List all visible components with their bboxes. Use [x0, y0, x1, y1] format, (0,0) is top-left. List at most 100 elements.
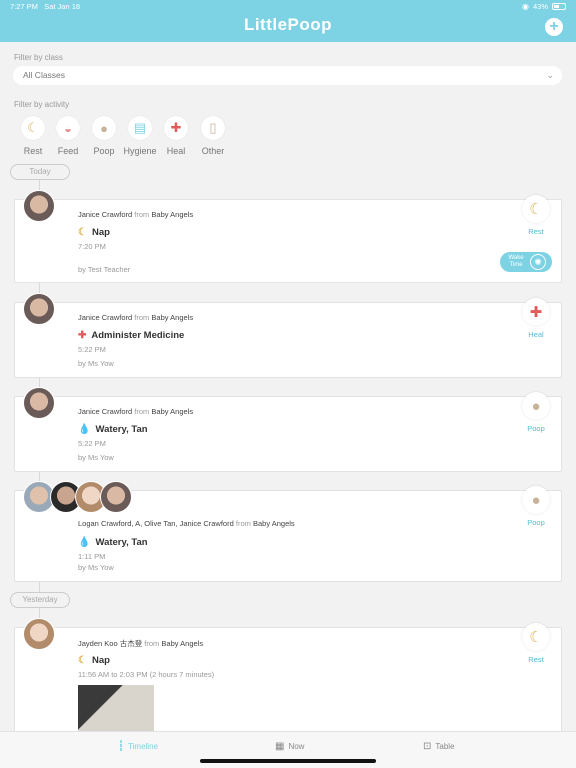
timeline-entry[interactable]: Janice Crawford from Baby Angels 💧 Water… [14, 392, 562, 472]
moon-icon: ☾ [522, 623, 550, 651]
entry-category: ☾ Rest [521, 195, 551, 236]
app-title: LittlePoop [243, 15, 333, 34]
entry-children: Janice Crawford from Baby Angels [78, 210, 193, 219]
activity-filters: ☾ Rest ◒ Feed ● Poop ▤ Hygiene ✚ Heal ▯ … [16, 116, 246, 158]
grid-icon: ▦ [275, 741, 285, 752]
from-text: from [134, 407, 150, 416]
activity-filter-label: Poop [93, 146, 115, 156]
activity-filter-label: Hygiene [123, 146, 157, 156]
entry-title-text: Watery, Tan [95, 424, 148, 435]
moon-icon: ☾ [78, 227, 87, 238]
tab-label: Timeline [128, 742, 158, 751]
add-button[interactable]: + [545, 18, 563, 36]
from-text: from [134, 210, 150, 219]
moon-icon: ☾ [78, 655, 87, 666]
avatar[interactable] [23, 293, 55, 325]
child-names: Logan Crawford, A, Olive Tan, Janice Cra… [78, 519, 234, 528]
class-name: Baby Angels [252, 519, 295, 528]
activity-filter-heal[interactable]: ✚ Heal [159, 116, 193, 156]
entry-author: by Ms Yow [78, 359, 114, 368]
avatar[interactable] [100, 481, 132, 513]
entry-children: Janice Crawford from Baby Angels [78, 407, 193, 416]
category-label: Heal [528, 330, 544, 339]
poop-icon: ● [522, 486, 550, 514]
entry-author: by Ms Yow [78, 563, 114, 572]
child-names: Janice Crawford [78, 313, 133, 322]
activity-filter-poop[interactable]: ● Poop [87, 116, 121, 156]
from-text: from [235, 519, 251, 528]
moon-icon: ☾ [522, 195, 550, 223]
category-label: Poop [527, 424, 545, 433]
tab-timeline[interactable]: ┇ Timeline [118, 741, 158, 752]
battery-percent: 43% [532, 2, 548, 11]
entry-title-text: Administer Medicine [91, 330, 185, 341]
timeline-entry[interactable]: Jayden Koo 古杰登 from Baby Angels ☾ Nap 11… [14, 623, 562, 737]
activity-filter-rest[interactable]: ☾ Rest [16, 116, 50, 156]
wifi-icon: ◉ [522, 2, 529, 11]
entry-title: ☾ Nap [78, 655, 110, 666]
other-icon: ▯ [201, 116, 225, 140]
tab-label: Now [288, 742, 305, 751]
entry-children: Jayden Koo 古杰登 from Baby Angels [78, 638, 203, 649]
entry-time: 1:11 PM [78, 552, 106, 561]
entry-category: ✚ Heal [521, 298, 551, 339]
activity-filter-label: Feed [57, 146, 79, 156]
entry-children: Janice Crawford from Baby Angels [78, 313, 193, 322]
activity-filter-feed[interactable]: ◒ Feed [51, 116, 85, 156]
entry-category: ● Poop [521, 486, 551, 527]
entry-author: by Test Teacher [78, 265, 131, 274]
entry-title-text: Watery, Tan [95, 537, 148, 548]
entry-category: ☾ Rest [521, 623, 551, 664]
class-name: Baby Angels [151, 210, 194, 219]
activity-filter-label: Rest [23, 146, 43, 156]
entry-time: 11:56 AM to 2:03 PM (2 hours 7 minutes) [78, 670, 215, 679]
avatar[interactable] [23, 618, 55, 650]
category-label: Poop [527, 518, 545, 527]
activity-filter-other[interactable]: ▯ Other [196, 116, 230, 156]
timeline-entry[interactable]: Janice Crawford from Baby Angels ☾ Nap 7… [14, 195, 562, 283]
table-icon: ⊡ [423, 741, 432, 752]
app-header: 7:27 PM Sat Jan 18 ◉ 43% LittlePoop + [0, 0, 576, 42]
entry-title: ✚ Administer Medicine [78, 330, 184, 341]
medicine-icon: ✚ [78, 330, 87, 341]
moon-icon: ☾ [21, 116, 45, 140]
droplet-icon: 💧 [78, 537, 91, 548]
poop-icon: ● [522, 392, 550, 420]
avatar[interactable] [23, 190, 55, 222]
battery-icon [552, 3, 566, 10]
entry-author: by Ms Yow [78, 453, 114, 462]
tab-table[interactable]: ⊡ Table [423, 741, 455, 752]
entry-title: ☾ Nap [78, 227, 110, 238]
status-bar-left: 7:27 PM Sat Jan 18 [10, 2, 80, 11]
entry-time: 5:22 PM [78, 439, 106, 448]
from-text: from [134, 313, 150, 322]
from-text: from [144, 639, 160, 648]
filter-class-label: Filter by class [14, 53, 63, 62]
poop-icon: ● [92, 116, 116, 140]
timeline-entry[interactable]: Janice Crawford from Baby Angels ✚ Admin… [14, 298, 562, 378]
class-select[interactable]: All Classes ⌄ [13, 66, 562, 85]
date-header-yesterday: Yesterday [10, 592, 70, 608]
droplet-icon: 💧 [78, 424, 91, 435]
wake-time-label: Wake Time [508, 255, 524, 268]
tab-label: Table [435, 742, 455, 751]
tab-now[interactable]: ▦ Now [275, 741, 304, 752]
entry-title-text: Nap [91, 655, 110, 666]
avatar[interactable] [23, 387, 55, 419]
entry-title: 💧 Watery, Tan [78, 424, 148, 435]
entry-category: ● Poop [521, 392, 551, 433]
child-names: Janice Crawford [78, 407, 133, 416]
timeline-icon: ┇ [118, 741, 125, 752]
medicine-icon: ✚ [164, 116, 188, 140]
date-header-today: Today [10, 164, 70, 180]
chevron-down-icon: ⌄ [546, 70, 554, 80]
class-name: Baby Angels [151, 313, 194, 322]
wake-time-button[interactable]: Wake Time ✺ [500, 252, 552, 272]
activity-filter-hygiene[interactable]: ▤ Hygiene [123, 116, 157, 156]
class-select-value: All Classes [23, 70, 66, 80]
class-name: Baby Angels [161, 639, 204, 648]
medicine-icon: ✚ [522, 298, 550, 326]
status-date: Sat Jan 18 [44, 2, 81, 11]
entry-photo[interactable] [78, 685, 154, 735]
sun-icon: ✺ [530, 254, 546, 270]
